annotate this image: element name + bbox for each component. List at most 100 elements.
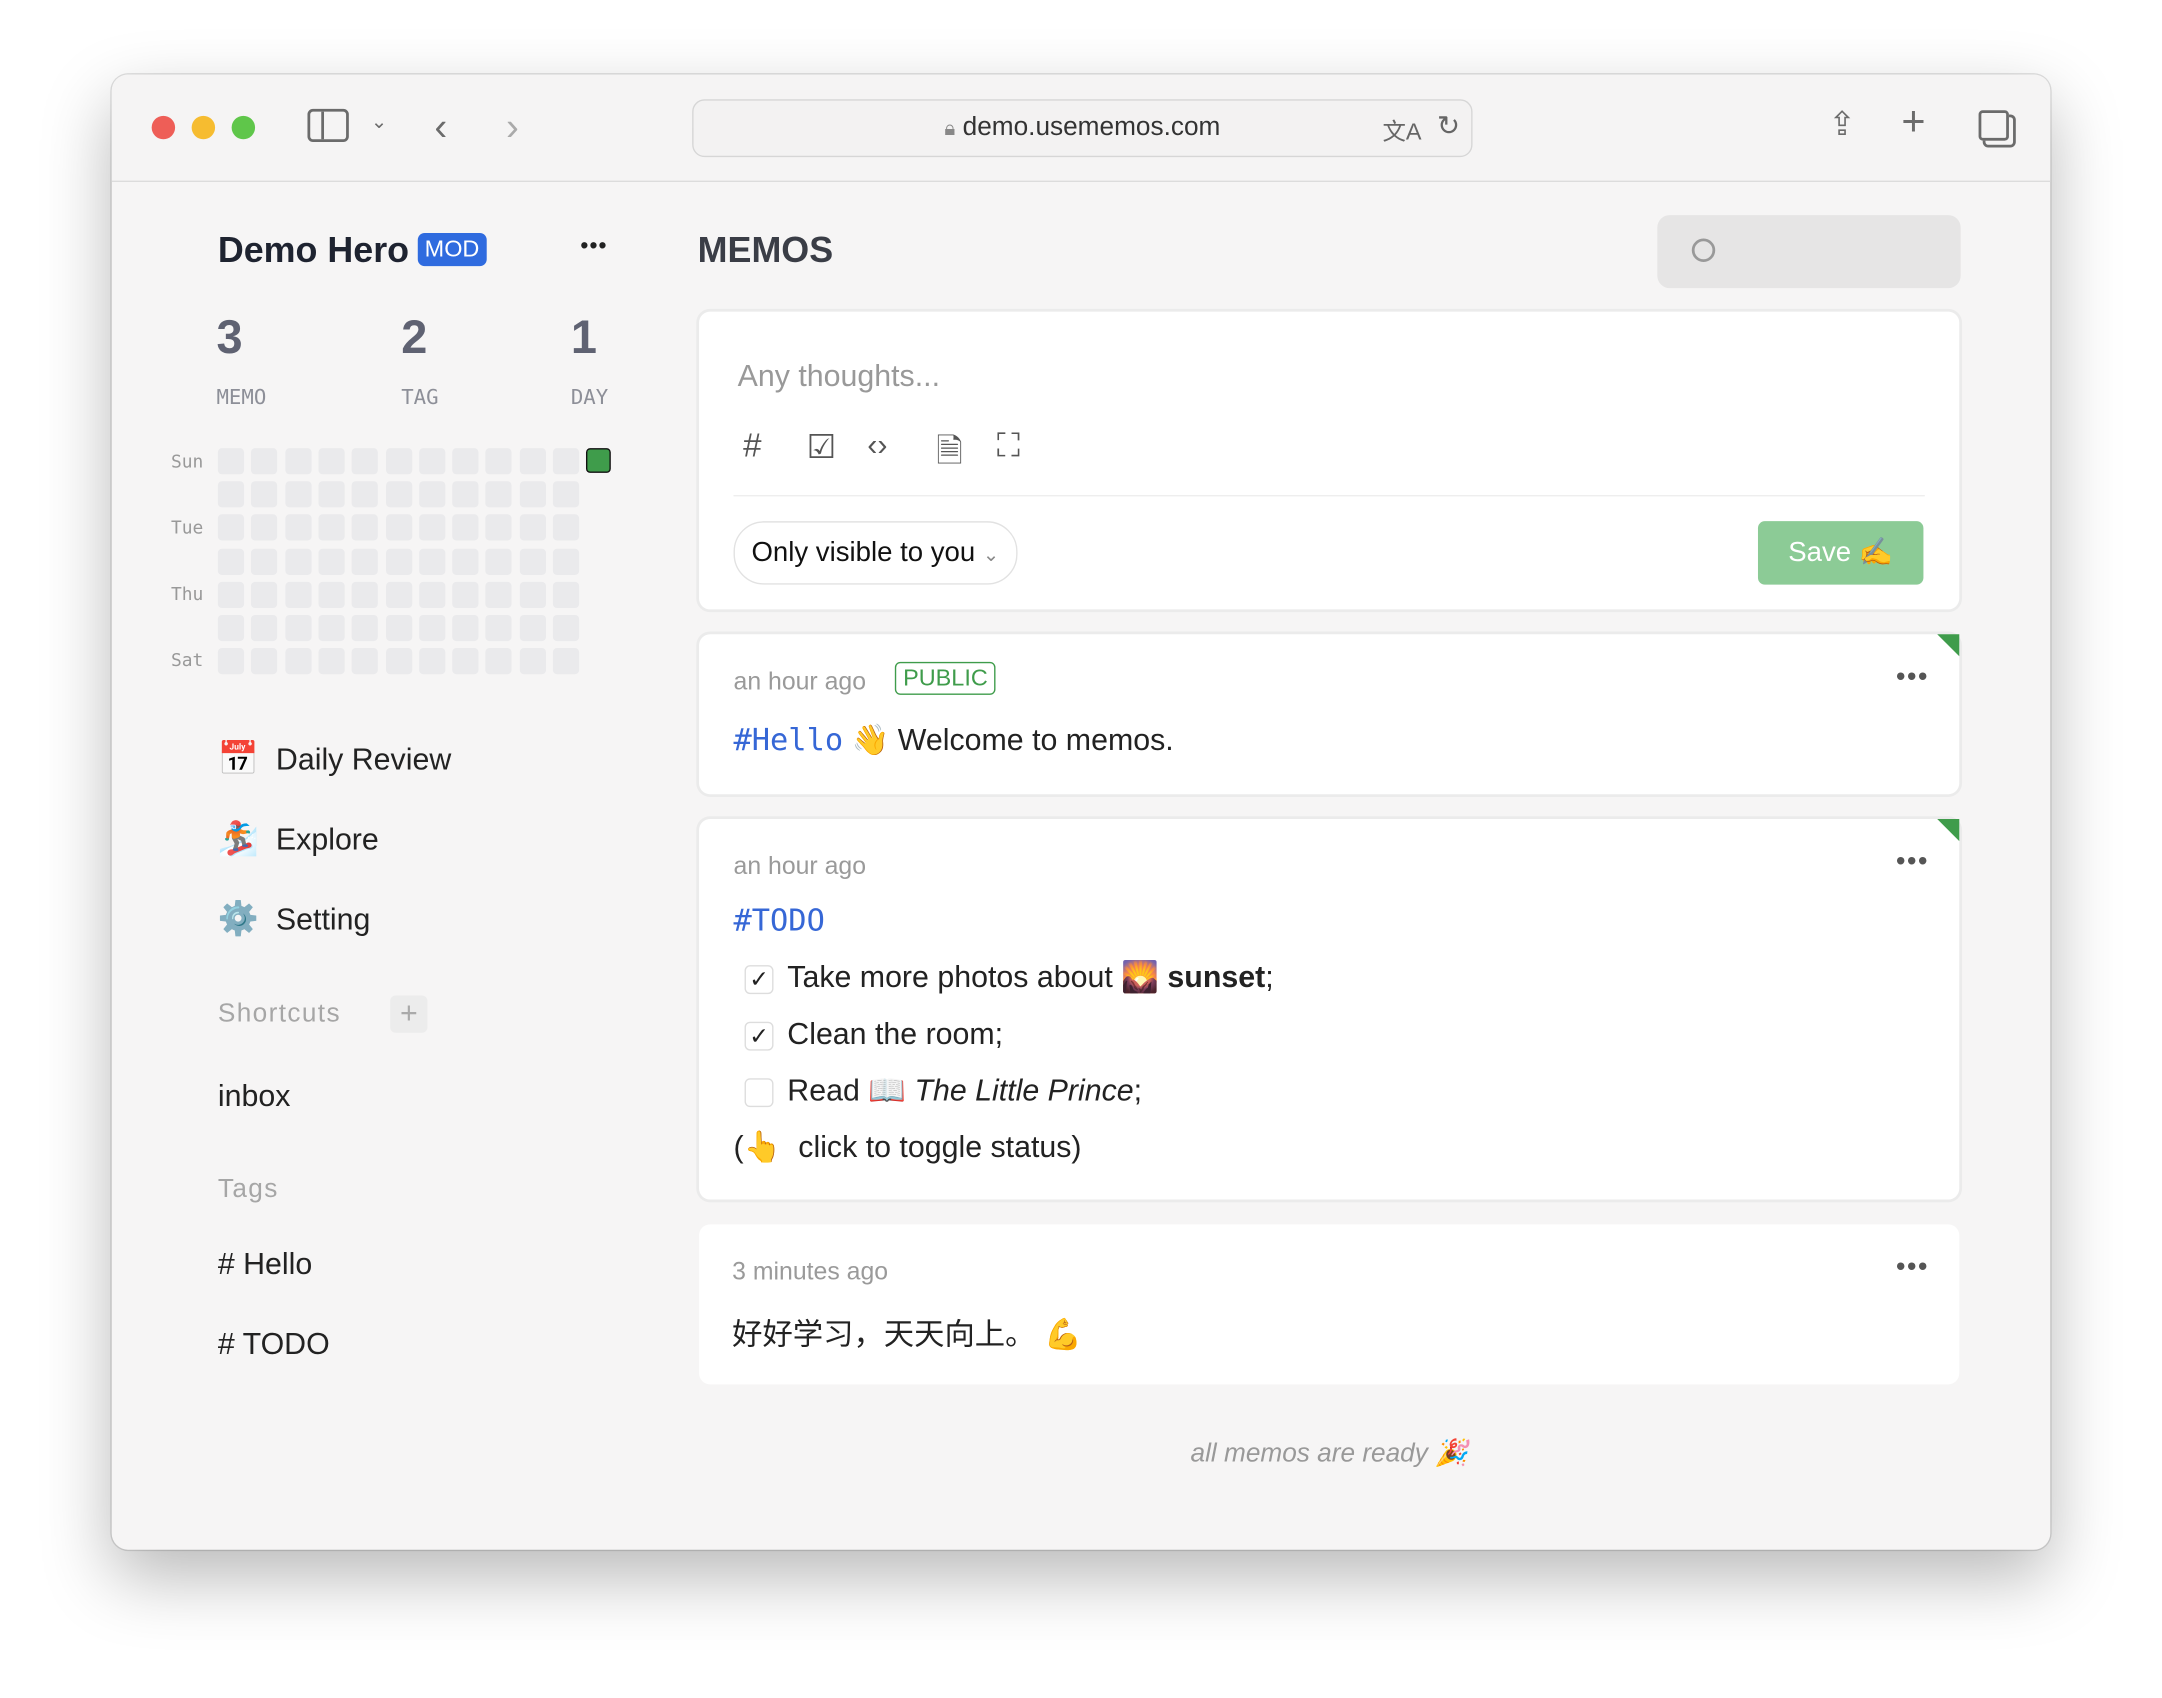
heatmap-cell[interactable] (351, 648, 379, 675)
heatmap-cell[interactable] (519, 581, 546, 608)
heatmap-cell[interactable] (284, 481, 312, 508)
heatmap-cell[interactable] (251, 514, 278, 542)
todo-item[interactable]: Read 📖 The Little Prince; (744, 1073, 1142, 1109)
shortcut-item-inbox[interactable]: inbox (218, 1078, 291, 1114)
sidebar-toggle-icon[interactable] (307, 108, 349, 143)
heatmap-cell[interactable] (452, 548, 479, 575)
add-shortcut-button[interactable]: + (390, 995, 428, 1033)
heatmap-cell[interactable] (418, 448, 446, 475)
heatmap-cell[interactable] (351, 448, 379, 475)
heatmap-cell[interactable] (418, 581, 446, 608)
heatmap-cell[interactable] (284, 648, 312, 675)
memo-more-button[interactable]: ••• (1896, 847, 1929, 879)
memo-more-button[interactable]: ••• (1896, 1252, 1929, 1284)
heatmap-cell[interactable] (552, 581, 580, 608)
heatmap-cell[interactable] (217, 581, 245, 608)
heatmap-cell[interactable] (418, 614, 446, 642)
heatmap-cell[interactable] (351, 581, 379, 608)
heatmap-cell[interactable] (318, 481, 345, 508)
search-input[interactable] (1657, 215, 1961, 289)
heatmap-cell[interactable] (485, 581, 513, 608)
heatmap-cell[interactable] (485, 514, 513, 542)
heatmap-cell[interactable] (485, 481, 513, 508)
tag-icon[interactable]: # (743, 427, 761, 466)
heatmap-cell[interactable] (251, 548, 278, 575)
heatmap-cell[interactable] (519, 614, 546, 642)
fullscreen-icon[interactable]: ⛶ (997, 427, 1020, 466)
heatmap-cell[interactable] (284, 614, 312, 642)
heatmap-cell[interactable] (418, 481, 446, 508)
heatmap-cell[interactable] (318, 548, 345, 575)
heatmap-cell[interactable] (385, 448, 412, 475)
heatmap-cell[interactable] (217, 648, 245, 675)
heatmap-cell[interactable] (318, 614, 345, 642)
heatmap-cell[interactable] (217, 481, 245, 508)
heatmap-cell[interactable] (251, 648, 278, 675)
new-tab-icon[interactable]: + (1901, 99, 1925, 146)
heatmap-cell[interactable] (318, 448, 345, 475)
heatmap-cell[interactable] (251, 614, 278, 642)
save-button[interactable]: Save ✍️ (1757, 521, 1924, 585)
heatmap-cell[interactable] (519, 514, 546, 542)
visibility-select[interactable]: Only visible to you ⌄ (733, 521, 1017, 585)
heatmap-cell[interactable] (251, 448, 278, 475)
heatmap-cell[interactable] (552, 548, 580, 575)
heatmap-cell[interactable] (452, 614, 479, 642)
heatmap-cell[interactable] (284, 548, 312, 575)
forward-icon[interactable]: › (506, 105, 519, 149)
checkbox-icon[interactable]: ☑ (807, 427, 837, 467)
close-window-button[interactable] (151, 115, 176, 140)
heatmap-cell[interactable] (485, 648, 513, 675)
heatmap-cell[interactable] (385, 481, 412, 508)
heatmap-cell[interactable] (552, 448, 580, 475)
heatmap-cell[interactable] (452, 448, 479, 475)
heatmap-cell-active[interactable] (586, 448, 612, 473)
heatmap-cell[interactable] (552, 481, 580, 508)
heatmap-cell[interactable] (284, 581, 312, 608)
heatmap-cell[interactable] (485, 548, 513, 575)
address-bar[interactable]: 🔒︎ demo.usememos.com 文A ↻ (692, 99, 1473, 158)
heatmap-cell[interactable] (217, 614, 245, 642)
heatmap-cell[interactable] (552, 514, 580, 542)
reload-icon[interactable]: ↻ (1437, 109, 1460, 143)
heatmap-cell[interactable] (552, 648, 580, 675)
heatmap-cell[interactable] (485, 448, 513, 475)
heatmap-cell[interactable] (284, 448, 312, 475)
heatmap-cell[interactable] (385, 514, 412, 542)
heatmap-cell[interactable] (385, 614, 412, 642)
heatmap-cell[interactable] (519, 448, 546, 475)
todo-item[interactable]: ✓ Take more photos about 🌄 sunset; (744, 960, 1274, 996)
heatmap-cell[interactable] (385, 548, 412, 575)
heatmap-cell[interactable] (418, 548, 446, 575)
heatmap-cell[interactable] (251, 481, 278, 508)
translate-icon[interactable]: 文A (1382, 112, 1421, 146)
heatmap-cell[interactable] (519, 648, 546, 675)
back-icon[interactable]: ‹ (434, 105, 447, 149)
code-icon[interactable]: ‹› (867, 427, 887, 463)
file-icon[interactable]: 🗎 (936, 427, 963, 484)
memo-input[interactable]: Any thoughts... (738, 358, 940, 394)
tag-item-todo[interactable]: # TODO (218, 1326, 330, 1362)
heatmap-cell[interactable] (217, 548, 245, 575)
todo-item[interactable]: ✓ Clean the room; (744, 1016, 1003, 1052)
heatmap-cell[interactable] (452, 481, 479, 508)
tabs-overview-icon[interactable] (1978, 110, 2009, 141)
heatmap-cell[interactable] (452, 648, 479, 675)
heatmap-cell[interactable] (552, 614, 580, 642)
heatmap-cell[interactable] (351, 481, 379, 508)
sidebar-item-daily-review[interactable]: 📅 Daily Review (218, 739, 451, 779)
heatmap-cell[interactable] (217, 448, 245, 475)
heatmap-cell[interactable] (318, 648, 345, 675)
heatmap-cell[interactable] (284, 514, 312, 542)
minimize-window-button[interactable] (191, 115, 216, 140)
checkbox-checked[interactable]: ✓ (744, 1021, 774, 1051)
heatmap-cell[interactable] (385, 581, 412, 608)
user-menu-button[interactable]: ••• (580, 234, 607, 259)
heatmap-cell[interactable] (519, 548, 546, 575)
sidebar-item-setting[interactable]: ⚙️ Setting (218, 899, 371, 939)
checkbox-checked[interactable]: ✓ (744, 964, 774, 994)
checkbox-unchecked[interactable] (744, 1077, 774, 1107)
heatmap-cell[interactable] (318, 514, 345, 542)
heatmap-cell[interactable] (217, 514, 245, 542)
heatmap-cell[interactable] (351, 548, 379, 575)
